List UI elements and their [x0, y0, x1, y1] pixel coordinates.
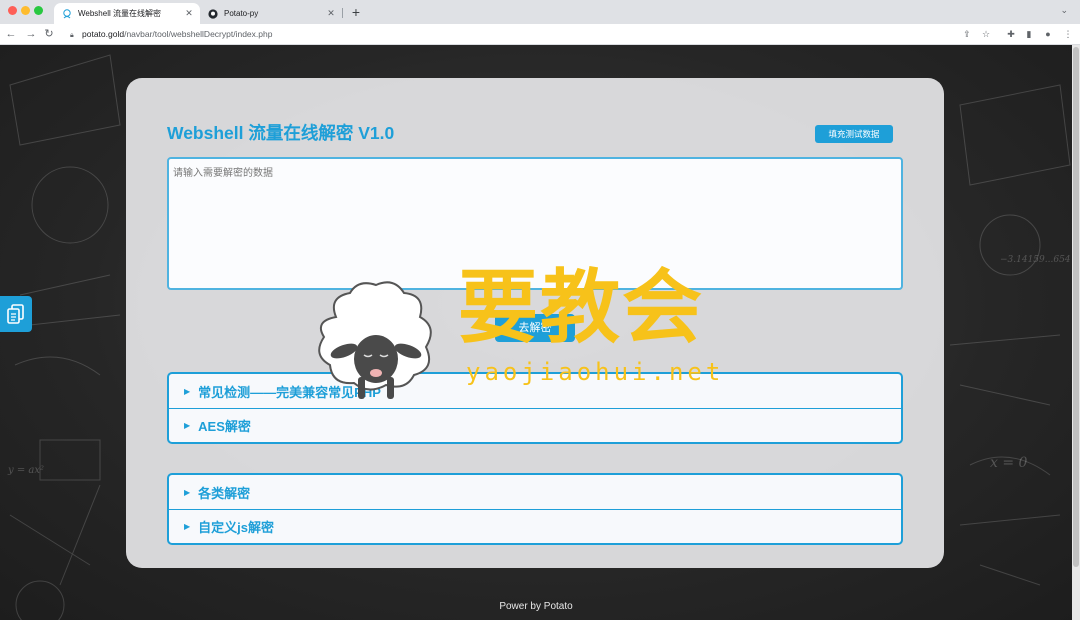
accordion-custom-js[interactable]: ▶ 自定义js解密 — [169, 509, 901, 543]
footer-credit: Power by Potato — [499, 601, 573, 612]
tab-close-icon[interactable]: ✕ — [182, 8, 196, 19]
browser-menu-icon[interactable]: ⋮ — [1062, 28, 1074, 40]
forward-arrow-icon[interactable]: → — [24, 27, 38, 41]
chalk-scribble: −3.14159...654 — [1000, 255, 1071, 265]
browser-tab-bar: Webshell 流量在线解密 ✕ Potato-py ✕ + ⌄ — [0, 0, 1080, 24]
minimize-window-button[interactable] — [21, 6, 30, 15]
watermark-text: 要教会 — [458, 260, 704, 354]
tab-title: Webshell 流量在线解密 — [78, 9, 161, 18]
sheep-logo-icon — [318, 281, 432, 399]
accordion-label: 自定义js解密 — [198, 520, 274, 535]
documents-icon — [7, 304, 24, 324]
back-arrow-icon[interactable]: ← — [4, 27, 18, 41]
maximize-window-button[interactable] — [34, 6, 43, 15]
extensions-puzzle-icon[interactable]: ✚ — [1005, 28, 1017, 40]
accordion-group-other: ▶ 各类解密 ▶ 自定义js解密 — [167, 473, 903, 545]
accordion-aes[interactable]: ▶ AES解密 — [169, 408, 901, 442]
side-tool-button[interactable] — [0, 296, 32, 332]
reload-icon[interactable]: ↻ — [42, 27, 56, 41]
chalk-scribble: x = 0 — [990, 455, 1028, 471]
page-title: Webshell 流量在线解密 V1.0 — [167, 123, 395, 143]
page-scrollbar[interactable] — [1072, 45, 1080, 620]
lock-icon: 🔒︎ — [70, 32, 74, 39]
tab-search-chevron-icon[interactable]: ⌄ — [1060, 5, 1068, 16]
profile-avatar-icon[interactable]: ● — [1042, 28, 1054, 40]
caret-right-icon: ▶ — [184, 487, 191, 497]
close-window-button[interactable] — [8, 6, 17, 15]
github-icon — [208, 8, 218, 19]
chalk-scribble: y = ax² — [8, 465, 44, 476]
browser-toolbar: ← → ↻ 🔒︎ potato.gold/navbar/tool/webshell… — [0, 24, 1080, 45]
caret-right-icon: ▶ — [184, 522, 191, 531]
tab-webshell[interactable]: Webshell 流量在线解密 ✕ — [54, 3, 200, 24]
accordion-label: AES解密 — [198, 419, 251, 434]
address-path: /navbar/tool/webshellDecrypt/index.php — [124, 29, 273, 39]
tab-potato-py[interactable]: Potato-py ✕ — [200, 3, 342, 24]
tab-title: Potato-py — [224, 9, 259, 18]
tab-separator — [342, 8, 343, 18]
accordion-various[interactable]: ▶ 各类解密 — [169, 475, 901, 509]
address-domain: potato.gold — [82, 29, 125, 39]
caret-right-icon: ▶ — [184, 386, 191, 396]
caret-right-icon: ▶ — [184, 421, 191, 430]
accordion-label: 各类解密 — [198, 485, 251, 501]
address-bar[interactable]: 🔒︎ potato.gold/navbar/tool/webshellDecryp… — [62, 26, 1062, 43]
tab-close-icon[interactable]: ✕ — [324, 8, 338, 19]
new-tab-button[interactable]: + — [348, 4, 364, 20]
watermark-url: yaojiaohui.net — [466, 358, 725, 386]
share-icon[interactable]: ⇪ — [961, 28, 973, 40]
page-viewport: −3.14159...654 x = 0 y = ax² Webshell 流量… — [0, 45, 1080, 620]
fill-test-data-button[interactable]: 填充测试数据 — [815, 125, 893, 143]
bookmark-star-icon[interactable]: ☆ — [980, 28, 992, 40]
side-panel-icon[interactable]: ▮ — [1023, 28, 1035, 40]
scrollbar-thumb[interactable] — [1073, 47, 1079, 567]
site-favicon-icon — [62, 8, 72, 19]
